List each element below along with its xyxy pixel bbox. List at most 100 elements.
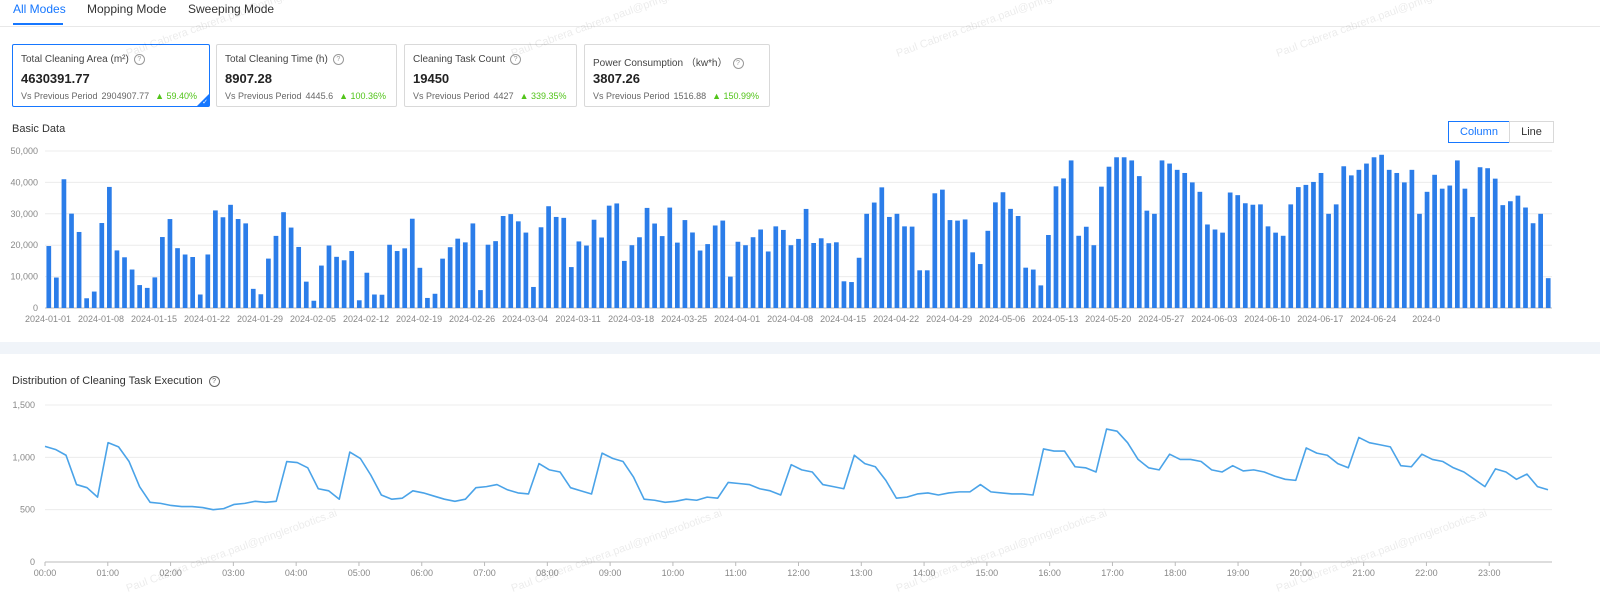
card-previous-value: 4427: [493, 91, 514, 101]
bar: [758, 229, 763, 308]
y-tick-label: 20,000: [10, 240, 38, 250]
bar: [1394, 172, 1400, 308]
bar: [288, 227, 294, 308]
bar: [879, 187, 885, 308]
metric-card-power-consumption[interactable]: Power Consumption （kw*h）? 3807.26 Vs Pre…: [584, 44, 770, 107]
bar: [1379, 154, 1384, 308]
bar: [735, 241, 741, 308]
bar: [781, 229, 786, 308]
help-icon[interactable]: ?: [510, 54, 522, 65]
bar: [1265, 226, 1271, 308]
bar: [546, 206, 551, 308]
bar: [1318, 172, 1324, 308]
bar: [834, 242, 839, 308]
bar: [1273, 232, 1278, 308]
x-tick-label: 14:00: [913, 568, 936, 578]
bar: [606, 205, 612, 308]
y-tick-label: 0: [33, 303, 38, 313]
bar: [1417, 213, 1422, 308]
bar: [1220, 232, 1225, 308]
bar: [788, 245, 794, 308]
bar: [871, 202, 877, 308]
bar: [599, 237, 604, 308]
bar: [796, 238, 801, 308]
bar: [190, 257, 196, 308]
bar: [720, 220, 726, 308]
bar: [152, 277, 158, 308]
card-compare-label: Vs Previous Period: [593, 91, 670, 101]
bar: [962, 219, 968, 308]
bar: [379, 294, 385, 308]
bar: [1295, 187, 1301, 308]
metric-card-cleaning-area[interactable]: Total Cleaning Area (m²)? 4630391.77 Vs …: [12, 44, 210, 107]
bar: [1083, 226, 1089, 308]
bar: [326, 245, 332, 308]
help-icon[interactable]: ?: [332, 54, 344, 65]
bar: [1409, 169, 1415, 308]
bar: [1167, 163, 1172, 308]
card-label: Power Consumption （kw*h）: [593, 58, 728, 69]
bar: [1212, 229, 1218, 308]
bar: [409, 218, 415, 308]
y-tick-label: 500: [20, 505, 35, 515]
x-tick-label: 19:00: [1227, 568, 1250, 578]
help-icon[interactable]: ?: [208, 376, 220, 387]
x-tick-label: 13:00: [850, 568, 873, 578]
bar: [1386, 169, 1392, 308]
metric-card-cleaning-time[interactable]: Total Cleaning Time (h)? 8907.28 Vs Prev…: [216, 44, 397, 107]
bar: [1053, 186, 1059, 308]
bar: [205, 254, 211, 308]
tab-all-modes[interactable]: All Modes: [13, 2, 66, 16]
card-previous-value: 1516.88: [673, 91, 707, 101]
tab-mopping-mode[interactable]: Mopping Mode: [87, 2, 166, 16]
series-line: [44, 428, 1549, 511]
bar: [349, 251, 355, 308]
y-tick-label: 30,000: [10, 209, 38, 219]
bar: [985, 230, 991, 308]
bar: [667, 207, 673, 308]
x-tick-label: 21:00: [1352, 568, 1375, 578]
x-tick-label: 2024-01-29: [237, 314, 283, 324]
x-tick-label: 2024-01-15: [131, 314, 177, 324]
bar: [432, 293, 438, 308]
x-tick-label: 06:00: [410, 568, 433, 578]
bar: [281, 212, 286, 308]
bar: [894, 213, 900, 308]
card-change: ▲ 100.36%: [339, 91, 387, 101]
bar: [303, 281, 309, 308]
bar: [250, 288, 256, 308]
bar: [697, 250, 703, 308]
bar: [811, 243, 816, 308]
bar: [1091, 245, 1097, 308]
x-tick-label: 2024-04-08: [767, 314, 813, 324]
bar: [977, 264, 983, 308]
x-tick-label: 2024-04-15: [820, 314, 866, 324]
x-tick-label: 2024-0: [1412, 314, 1440, 324]
card-value: 19450: [413, 71, 450, 86]
bar: [1008, 208, 1013, 308]
bar: [644, 207, 650, 308]
bar: [1205, 224, 1210, 308]
bar: [523, 232, 529, 308]
bar: [1477, 167, 1483, 308]
bar: [197, 294, 203, 308]
bar: [864, 213, 870, 308]
bar: [1258, 204, 1263, 308]
bar: [500, 216, 506, 308]
bar: [356, 300, 362, 308]
help-icon[interactable]: ?: [133, 54, 145, 65]
bar: [841, 281, 847, 308]
card-compare-label: Vs Previous Period: [225, 91, 302, 101]
card-value: 4630391.77: [21, 71, 90, 86]
help-icon[interactable]: ?: [732, 58, 744, 69]
distribution-title-text: Distribution of Cleaning Task Execution: [12, 375, 203, 387]
bar: [561, 217, 567, 308]
bar: [319, 265, 324, 308]
x-tick-label: 22:00: [1415, 568, 1438, 578]
bar: [750, 237, 756, 308]
metric-card-task-count[interactable]: Cleaning Task Count? 19450 Vs Previous P…: [404, 44, 577, 107]
x-tick-label: 2024-05-13: [1032, 314, 1078, 324]
y-tick-label: 40,000: [10, 177, 38, 187]
bar: [1492, 178, 1498, 308]
tab-sweeping-mode[interactable]: Sweeping Mode: [188, 2, 274, 16]
